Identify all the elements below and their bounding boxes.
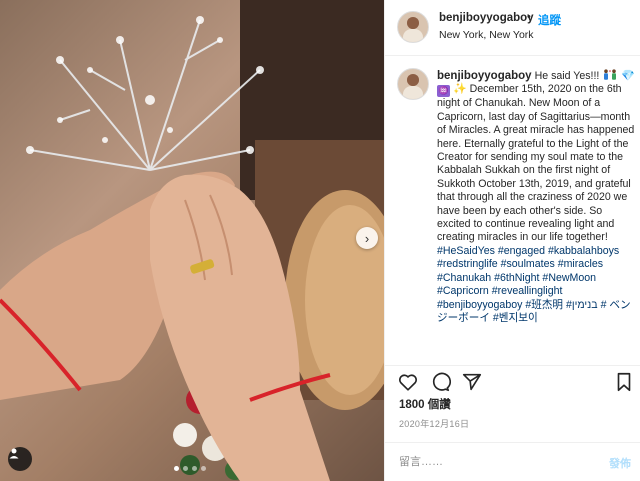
post-comment-button[interactable]: 發佈: [609, 455, 631, 471]
action-bar: [385, 365, 640, 395]
follow-button[interactable]: 追蹤: [538, 12, 561, 28]
caption-hashtags[interactable]: #HeSaidYes #engaged #kabbalahboys #redst…: [437, 245, 631, 324]
author-avatar[interactable]: [397, 11, 429, 43]
carousel-dot: [183, 466, 188, 471]
caption-text: benjiboyyogaboy He said Yes!!! 💎 ♒ ✨ Dece…: [437, 69, 637, 325]
person-tag-icon: [9, 448, 19, 459]
location-link[interactable]: New York, New York: [439, 29, 534, 41]
photo-illustration: [0, 0, 384, 481]
carousel-indicator: [174, 466, 206, 471]
post-photo: ›: [0, 0, 384, 481]
comment-input[interactable]: [399, 452, 589, 472]
caption-avatar[interactable]: [397, 68, 429, 100]
post-header: benjiboyyogaboy • 追蹤 New York, New York: [385, 0, 640, 56]
post-side-panel: benjiboyyogaboy • 追蹤 New York, New York …: [384, 0, 640, 481]
comment-bar: 發佈: [385, 442, 640, 481]
carousel-next-button[interactable]: ›: [356, 227, 378, 249]
send-icon[interactable]: [461, 371, 483, 393]
caption-username[interactable]: benjiboyyogaboy: [437, 70, 532, 82]
diamond-emoji-icon: 💎: [621, 70, 635, 82]
couple-emoji-icon: [604, 69, 617, 80]
tagged-people-button[interactable]: [8, 447, 32, 471]
bookmark-icon[interactable]: [613, 371, 635, 393]
carousel-dot: [201, 466, 206, 471]
post-caption: benjiboyyogaboy He said Yes!!! 💎 ♒ ✨ Dece…: [385, 60, 640, 365]
post-date: 2020年12月16日: [399, 419, 470, 429]
caption-body: December 15th, 2020 on the 6th night of …: [437, 83, 635, 244]
author-username[interactable]: benjiboyyogaboy: [439, 12, 534, 24]
carousel-dot: [174, 466, 179, 471]
heart-icon[interactable]: [397, 371, 419, 393]
sparkles-emoji-icon: ✨: [452, 83, 467, 96]
carousel-dot: [192, 466, 197, 471]
aquarius-emoji-icon: ♒: [437, 85, 450, 98]
caption-lead: He said Yes!!!: [534, 70, 600, 82]
comment-icon[interactable]: [429, 371, 451, 393]
like-count[interactable]: 1800 個讚: [399, 396, 451, 412]
separator-dot: •: [527, 11, 531, 23]
